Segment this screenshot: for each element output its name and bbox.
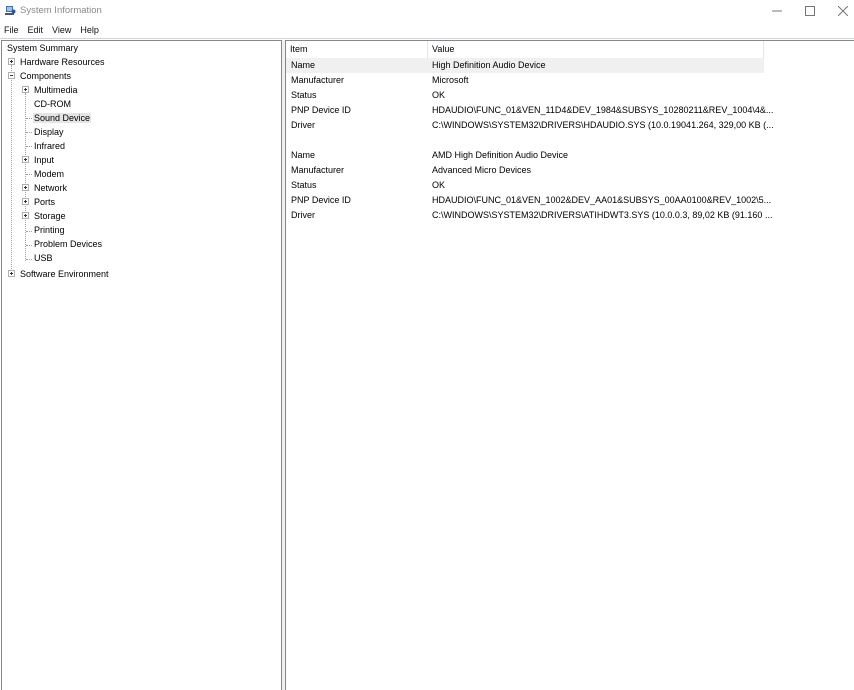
tree-connector — [26, 174, 32, 175]
value-cell: C:\WINDOWS\SYSTEM32\DRIVERS\HDAUDIO.SYS … — [432, 120, 774, 130]
tree-item-label: Network — [34, 183, 68, 193]
tree-connector — [26, 146, 32, 147]
column-header-value[interactable]: Value — [428, 41, 764, 58]
menu-bar: File Edit View Help — [0, 22, 854, 37]
tree-item-label: Software Environment — [20, 269, 109, 279]
details-list[interactable]: Item Value Name High Definition Audio De… — [285, 40, 854, 690]
menu-help[interactable]: Help — [80, 25, 99, 35]
tree-item-label: Display — [34, 127, 64, 137]
expand-icon[interactable] — [22, 86, 29, 93]
tree-item-label: Modem — [34, 169, 65, 179]
maximize-button[interactable] — [793, 0, 827, 22]
tree-item-modem[interactable]: Modem — [33, 167, 65, 181]
tree-item-label: Infrared — [34, 141, 66, 151]
tree-item-label: Ports — [34, 197, 56, 207]
collapse-icon[interactable] — [8, 72, 15, 79]
tree-item-hardware-resources[interactable]: Hardware Resources — [19, 55, 106, 69]
tree-connector — [11, 65, 12, 275]
tree-item-system-summary[interactable]: System Summary — [6, 41, 79, 55]
expand-icon[interactable] — [22, 184, 29, 191]
close-button[interactable] — [826, 0, 854, 22]
tree-item-ports[interactable]: Ports — [33, 195, 56, 209]
tree-connector — [26, 118, 32, 119]
value-cell: HDAUDIO\FUNC_01&VEN_1002&DEV_AA01&SUBSYS… — [432, 195, 772, 205]
expand-icon[interactable] — [22, 156, 29, 163]
tree-item-label: Components — [20, 71, 72, 81]
item-cell: Manufacturer — [291, 75, 345, 85]
tree-item-input[interactable]: Input — [33, 153, 55, 167]
tree-item-components[interactable]: Components — [19, 69, 72, 83]
tree-item-cd-rom[interactable]: CD-ROM — [33, 97, 72, 111]
title-bar: System Information — [0, 0, 854, 22]
menu-edit[interactable]: Edit — [28, 25, 44, 35]
menu-file[interactable]: File — [4, 25, 19, 35]
system-information-app-icon — [5, 6, 16, 15]
tree-item-label: USB — [34, 253, 53, 263]
item-cell: PNP Device ID — [291, 195, 351, 205]
tree-item-multimedia[interactable]: Multimedia — [33, 83, 79, 97]
value-cell: OK — [432, 90, 446, 100]
tree-item-label: Input — [34, 155, 55, 165]
tree-item-sound-device[interactable]: Sound Device — [33, 111, 92, 125]
tree-item-software-environment[interactable]: Software Environment — [19, 267, 110, 281]
value-cell: Advanced Micro Devices — [432, 165, 532, 175]
minimize-button[interactable] — [760, 0, 794, 22]
expand-icon[interactable] — [22, 198, 29, 205]
item-cell: Driver — [291, 210, 315, 220]
item-cell: Status — [291, 90, 317, 100]
tree-connector — [26, 132, 32, 133]
value-cell: High Definition Audio Device — [432, 60, 546, 70]
menu-view[interactable]: View — [52, 25, 71, 35]
tree-item-infrared[interactable]: Infrared — [33, 139, 66, 153]
tree-item-network[interactable]: Network — [33, 181, 68, 195]
tree-item-label: CD-ROM — [34, 99, 71, 109]
tree-connector — [26, 245, 32, 246]
tree-item-label: Storage — [34, 211, 66, 221]
value-cell: C:\WINDOWS\SYSTEM32\DRIVERS\ATIHDWT3.SYS… — [432, 210, 773, 220]
close-icon — [838, 6, 848, 16]
tree-item-label: Printing — [34, 225, 65, 235]
tree-item-usb[interactable]: USB — [33, 251, 54, 265]
value-cell: HDAUDIO\FUNC_01&VEN_11D4&DEV_1984&SUBSYS… — [432, 105, 774, 115]
item-cell: Name — [291, 60, 316, 70]
menu-divider — [0, 38, 854, 39]
tree-item-printing[interactable]: Printing — [33, 223, 66, 237]
tree-item-label: Problem Devices — [34, 239, 103, 249]
item-cell: Driver — [291, 120, 315, 130]
value-cell: Microsoft — [432, 75, 469, 85]
column-header-item[interactable]: Item — [286, 41, 428, 58]
table-row[interactable]: Name High Definition Audio Device — [286, 58, 764, 73]
tree-item-label: Multimedia — [34, 85, 78, 95]
maximize-icon — [805, 6, 815, 16]
tree-item-problem-devices[interactable]: Problem Devices — [33, 237, 103, 251]
window-title: System Information — [20, 5, 102, 16]
value-cell: AMD High Definition Audio Device — [432, 150, 569, 160]
tree-item-storage[interactable]: Storage — [33, 209, 67, 223]
tree-item-label: System Summary — [7, 43, 79, 53]
tree-item-display[interactable]: Display — [33, 125, 65, 139]
expand-icon[interactable] — [8, 58, 15, 65]
expand-icon[interactable] — [8, 270, 15, 277]
minimize-icon — [772, 10, 782, 12]
tree-item-label: Hardware Resources — [20, 57, 105, 67]
item-cell: Status — [291, 180, 317, 190]
item-cell: Name — [291, 150, 316, 160]
tree-connector — [26, 231, 32, 232]
tree-connector — [26, 259, 32, 260]
tree-item-label: Sound Device — [33, 113, 92, 123]
item-cell: Manufacturer — [291, 165, 345, 175]
item-cell: PNP Device ID — [291, 105, 351, 115]
category-tree[interactable]: System Summary Hardware Resources Compon… — [1, 40, 282, 690]
expand-icon[interactable] — [22, 212, 29, 219]
value-cell: OK — [432, 180, 446, 190]
